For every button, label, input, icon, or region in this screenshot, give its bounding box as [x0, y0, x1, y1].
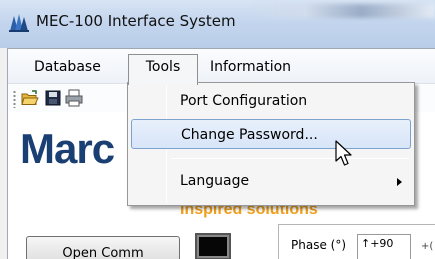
- phase-group: Phase (°) ↑+90 +(: [278, 224, 435, 259]
- tools-dropdown-menu: Port Configuration Change Password... La…: [127, 82, 415, 206]
- connection-indicator: [195, 233, 231, 259]
- menu-item-language-label: Language: [180, 173, 250, 189]
- menu-tools[interactable]: Tools: [128, 54, 198, 85]
- open-comm-button[interactable]: Open Comm: [26, 236, 180, 259]
- phase-partial-text: +(: [421, 241, 434, 252]
- save-disk-icon[interactable]: [44, 89, 62, 107]
- window-title: MEC-100 Interface System: [36, 12, 236, 30]
- title-bar-blur: [250, 4, 435, 18]
- toolbar-grip[interactable]: [13, 90, 16, 108]
- menu-separator: [171, 158, 409, 159]
- menu-bar: Database Tools Information: [8, 49, 435, 85]
- mouse-pointer-icon: [334, 140, 358, 168]
- menu-item-language[interactable]: Language: [131, 167, 411, 195]
- title-bar: MEC-100 Interface System: [0, 0, 435, 48]
- menu-item-change-password[interactable]: Change Password...: [131, 119, 411, 149]
- menu-database[interactable]: Database: [26, 55, 109, 79]
- submenu-arrow-icon: [397, 178, 402, 186]
- phase-label: Phase (°): [291, 238, 347, 252]
- open-folder-icon[interactable]: [21, 89, 39, 107]
- print-icon[interactable]: [65, 89, 83, 107]
- menu-information[interactable]: Information: [202, 55, 299, 79]
- menu-item-port-configuration[interactable]: Port Configuration: [131, 87, 411, 115]
- app-logo-icon: [8, 13, 30, 33]
- phase-value-field[interactable]: ↑+90: [357, 234, 411, 259]
- brand-logo-text: Marc: [20, 125, 115, 172]
- phase-value: ↑+90: [361, 237, 394, 250]
